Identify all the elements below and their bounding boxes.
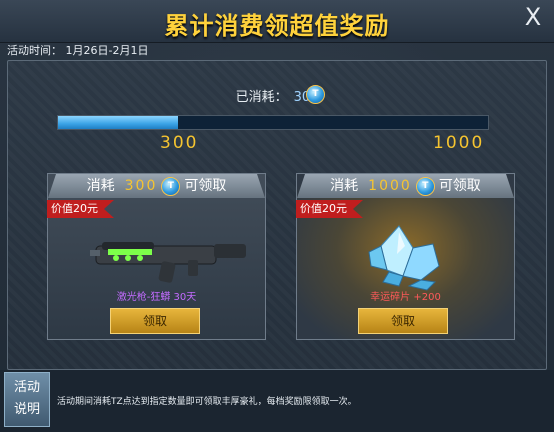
event-description: 活动期间消耗TZ点达到指定数量即可领取丰厚豪礼，每档奖励限领取一次。	[57, 397, 357, 407]
event-time: 活动时间： 1月26日-2月1日	[7, 42, 148, 58]
consumption-progress-bar	[57, 115, 489, 130]
event-time-label: 活动时间：	[7, 44, 62, 57]
event-window: 累计消费领超值奖励 X 活动时间： 1月26日-2月1日 已消耗：300 T 3…	[0, 0, 554, 432]
reward-item-name: 幸运碎片 +200	[370, 292, 441, 303]
progress-tick-1000: 1000	[433, 133, 485, 153]
reward-item-name: 激光枪-狂蟒 30天	[116, 292, 197, 303]
claim-button[interactable]: 领取	[110, 308, 200, 334]
consumed-label: 已消耗：	[235, 90, 288, 105]
claim-button[interactable]: 领取	[358, 308, 448, 334]
tz-coin-icon: T	[306, 85, 325, 104]
reward-card-300: 消耗 300 T 可领取 价值20元 激光枪-狂蟒 30天 领取	[47, 173, 266, 340]
explain-line-1: 活动	[13, 380, 40, 395]
progress-fill	[58, 116, 179, 129]
reward-card-1000: 消耗 1000 T 可领取 价值20元 幸运碎片 +200 领取	[296, 173, 515, 340]
close-icon[interactable]: X	[522, 5, 544, 29]
consumed-display: 已消耗：300 T	[0, 85, 554, 105]
window-title: 累计消费领超值奖励	[164, 12, 390, 40]
progress-tick-300: 300	[160, 133, 199, 153]
explain-line-2: 说明	[13, 402, 40, 417]
event-time-value: 1月26日-2月1日	[65, 44, 149, 57]
event-explanation-button[interactable]: 活动 说明	[4, 372, 50, 427]
